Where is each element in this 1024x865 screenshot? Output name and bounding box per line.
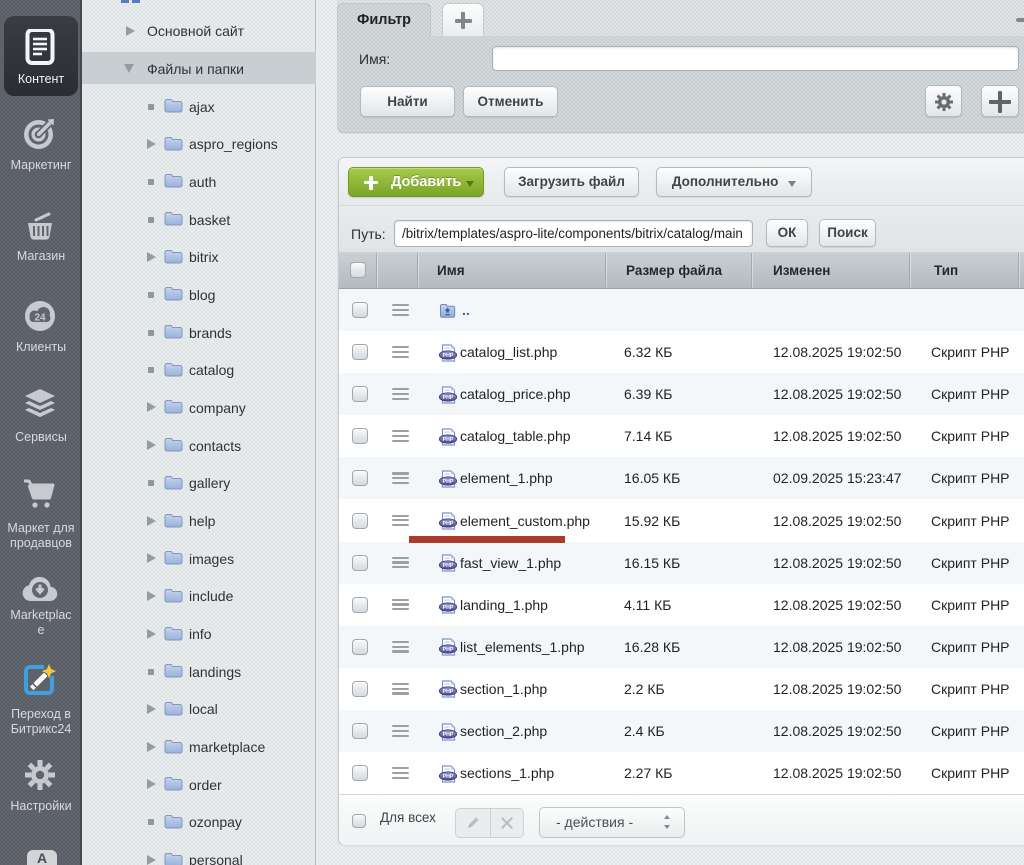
svg-text:PHP: PHP — [443, 647, 454, 653]
svg-text:PHP: PHP — [443, 395, 454, 401]
svg-text:PHP: PHP — [443, 605, 454, 611]
svg-text:PHP: PHP — [443, 732, 454, 738]
svg-text:PHP: PHP — [443, 353, 454, 359]
svg-text:PHP: PHP — [443, 479, 454, 485]
svg-text:24: 24 — [34, 313, 46, 324]
svg-text:PHP: PHP — [443, 437, 454, 443]
svg-text:PHP: PHP — [443, 563, 454, 569]
svg-text:PHP: PHP — [443, 521, 454, 527]
svg-text:PHP: PHP — [443, 774, 454, 780]
svg-text:PHP: PHP — [443, 689, 454, 695]
